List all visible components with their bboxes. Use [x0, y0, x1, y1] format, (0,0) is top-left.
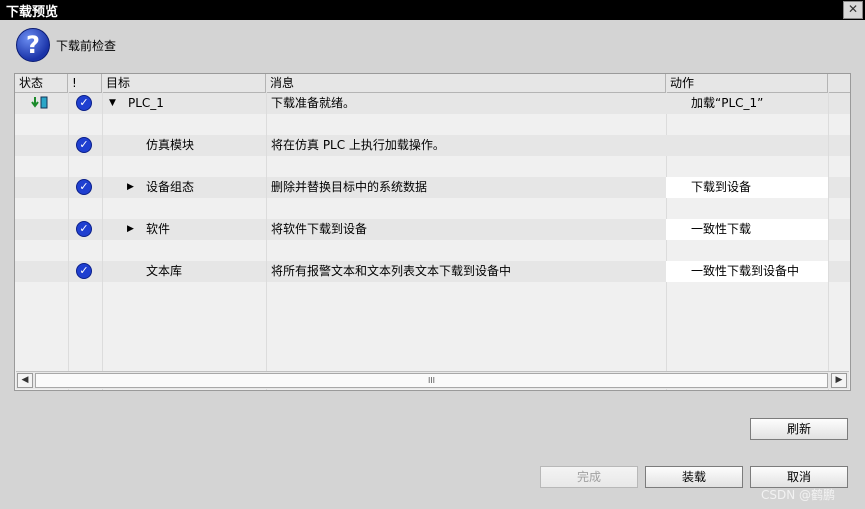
message-cell: 下载准备就绪。 — [271, 96, 356, 110]
cancel-button[interactable]: 取消 — [750, 466, 848, 488]
scroll-right-button[interactable]: ▶ — [831, 373, 847, 388]
message-cell: 将软件下载到设备 — [271, 222, 368, 236]
table-row[interactable]: ✓ 仿真模块 将在仿真 PLC 上执行加载操作。 — [15, 135, 850, 156]
action-cell — [666, 135, 828, 156]
column-header-alert[interactable]: ! — [68, 74, 102, 92]
window-title: 下载预览 — [6, 5, 59, 20]
action-value: 加载“PLC_1” — [691, 96, 764, 110]
column-header-target[interactable]: 目标 — [102, 74, 266, 92]
download-check-table: 状态 ! 目标 消息 动作 ✓ ▼ PLC_1 下载准备就绪。 加载“PLC_1… — [14, 73, 851, 391]
collapse-icon[interactable]: ▼ — [109, 93, 116, 114]
pre-download-check-label: 下载前检查 — [56, 39, 117, 53]
target-cell: PLC_1 — [128, 96, 164, 110]
check-icon: ✓ — [76, 95, 92, 111]
message-cell: 将所有报警文本和文本列表文本下载到设备中 — [271, 264, 512, 278]
question-icon: ? — [16, 28, 50, 62]
check-icon: ✓ — [76, 137, 92, 153]
table-row[interactable]: ✓ ▶ 软件 将软件下载到设备 一致性下载 — [15, 219, 850, 240]
check-icon: ✓ — [76, 221, 92, 237]
action-cell[interactable]: 一致性下载到设备中 — [666, 261, 828, 282]
title-bar: 下载预览 ✕ — [0, 0, 865, 20]
load-button[interactable]: 装载 — [645, 466, 743, 488]
download-status-icon — [31, 96, 48, 109]
horizontal-scrollbar[interactable]: ◀ III ▶ — [16, 371, 849, 389]
expand-icon[interactable]: ▶ — [127, 177, 134, 198]
action-value: 一致性下载到设备中 — [691, 264, 800, 278]
action-value: 一致性下载 — [691, 222, 752, 236]
finish-button[interactable]: 完成 — [540, 466, 638, 488]
column-header-message[interactable]: 消息 — [266, 74, 666, 92]
message-cell: 删除并替换目标中的系统数据 — [271, 180, 428, 194]
target-cell: 文本库 — [146, 264, 183, 278]
message-cell: 将在仿真 PLC 上执行加载操作。 — [271, 138, 445, 152]
close-button[interactable]: ✕ — [843, 1, 863, 19]
check-icon: ✓ — [76, 263, 92, 279]
table-header: 状态 ! 目标 消息 动作 — [15, 74, 850, 93]
table-row[interactable]: ✓ ▼ PLC_1 下载准备就绪。 加载“PLC_1” — [15, 93, 850, 114]
action-cell[interactable]: 下载到设备 — [666, 177, 828, 198]
watermark: CSDN @鹤鹏 — [761, 488, 836, 502]
scroll-left-button[interactable]: ◀ — [17, 373, 33, 388]
target-cell: 设备组态 — [146, 180, 195, 194]
check-icon: ✓ — [76, 179, 92, 195]
action-cell[interactable]: 一致性下载 — [666, 219, 828, 240]
column-header-action[interactable]: 动作 — [666, 74, 828, 92]
scrollbar-thumb[interactable]: III — [35, 373, 828, 388]
target-cell: 软件 — [146, 222, 171, 236]
action-cell[interactable]: 加载“PLC_1” — [666, 93, 828, 114]
refresh-button[interactable]: 刷新 — [750, 418, 848, 440]
expand-icon[interactable]: ▶ — [127, 219, 134, 240]
column-header-status[interactable]: 状态 — [15, 74, 68, 92]
table-row[interactable]: ✓ 文本库 将所有报警文本和文本列表文本下载到设备中 一致性下载到设备中 — [15, 261, 850, 282]
table-row[interactable]: ✓ ▶ 设备组态 删除并替换目标中的系统数据 下载到设备 — [15, 177, 850, 198]
action-value: 下载到设备 — [691, 180, 752, 194]
target-cell: 仿真模块 — [146, 138, 195, 152]
